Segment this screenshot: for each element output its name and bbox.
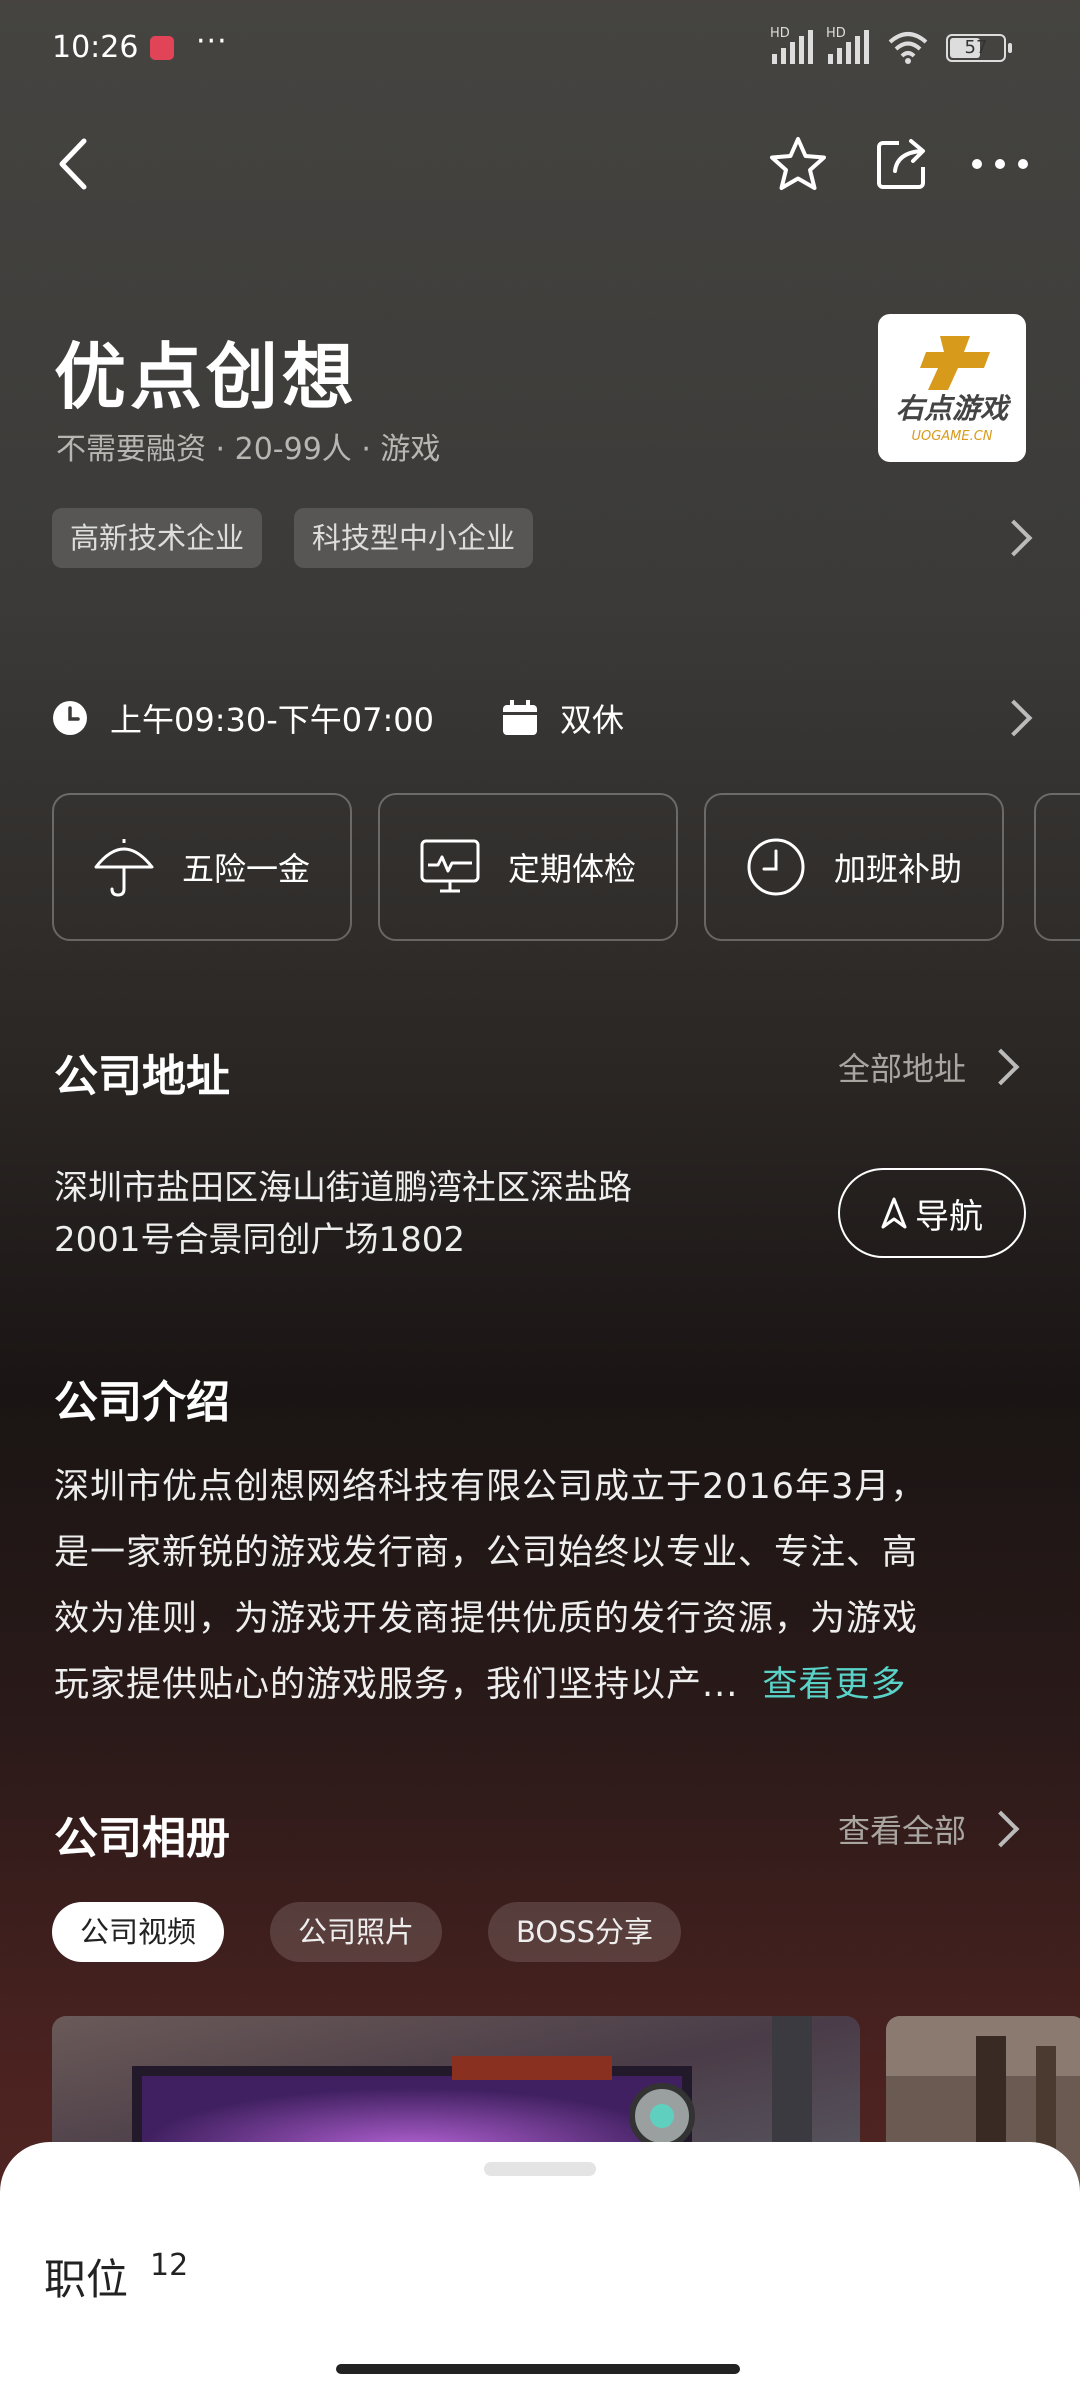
company-intro: 深圳市优点创想网络科技有限公司成立于2016年3月， 是一家新锐的游戏发行商，公… — [54, 1454, 1034, 1718]
chevron-right-icon — [982, 1810, 1020, 1848]
wifi-icon — [888, 32, 928, 64]
signal-icon-1 — [772, 30, 813, 64]
share-icon — [877, 139, 925, 189]
view-all-photos-link[interactable]: 查看全部 — [838, 1806, 1020, 1852]
album-title: 公司相册 — [54, 1813, 230, 1864]
view-all-label: 查看全部 — [838, 1812, 967, 1850]
company-logo: 右点游戏 UOGAME.CN — [878, 314, 1026, 462]
jobs-bottom-sheet[interactable]: 职位 12 — [0, 2142, 1080, 2402]
intro-see-more-link[interactable]: 查看更多 — [762, 1665, 906, 1705]
signal-icon-2 — [828, 30, 869, 64]
status-more-icon: ··· — [196, 24, 228, 59]
calendar-icon — [503, 700, 537, 735]
app-notification-icon — [150, 36, 174, 60]
monitor-icon — [420, 839, 480, 893]
tab-company-photos[interactable]: 公司照片 — [270, 1902, 443, 1962]
company-name: 优点创想 — [54, 335, 359, 419]
clock-icon — [53, 701, 87, 735]
benefit-label: 五险一金 — [182, 850, 311, 888]
logo-graphic: 右点游戏 UOGAME.CN — [896, 336, 1012, 444]
tags-chevron-button[interactable] — [986, 510, 1042, 566]
benefit-partial[interactable] — [1034, 793, 1080, 941]
address-line-2: 2001号合景同创广场1802 — [54, 1220, 466, 1260]
all-addresses-label: 全部地址 — [838, 1050, 967, 1088]
battery-level: 57 — [964, 37, 988, 58]
share-button[interactable] — [870, 132, 934, 196]
company-subtitle: 不需要融资 · 20-99人 · 游戏 — [56, 432, 441, 467]
tab-company-video[interactable]: 公司视频 — [52, 1902, 225, 1962]
intro-title: 公司介绍 — [54, 1377, 230, 1428]
address-title: 公司地址 — [54, 1051, 230, 1102]
all-addresses-link[interactable]: 全部地址 — [838, 1044, 1020, 1090]
jobs-label: 职位 — [44, 2255, 129, 2304]
benefit-label: 加班补助 — [834, 850, 963, 888]
hours-chevron-button[interactable] — [986, 690, 1042, 746]
intro-line: 效为准则，为游戏开发商提供优质的发行资源，为游戏 — [54, 1599, 919, 1639]
navigate-label: 导航 — [915, 1196, 983, 1237]
logo-sub: UOGAME.CN — [911, 429, 992, 444]
back-button[interactable] — [42, 132, 106, 196]
battery-icon: 57 — [946, 34, 1012, 62]
sheet-drag-handle[interactable] — [484, 2162, 596, 2176]
work-hours-row[interactable]: 上午09:30-下午07:00 双休 — [52, 690, 624, 746]
favorite-button[interactable] — [766, 132, 830, 196]
status-time: 10:26 — [52, 30, 139, 65]
work-hours: 上午09:30-下午07:00 — [110, 701, 434, 739]
status-bar: 10:26 ··· HD HD 57 — [0, 0, 1080, 100]
logo-text: 右点游戏 — [896, 392, 1012, 425]
navigation-arrow-icon — [881, 1197, 907, 1229]
back-arrow-icon — [59, 138, 87, 190]
star-icon — [770, 137, 826, 190]
umbrella-icon — [94, 839, 154, 897]
chevron-right-icon — [982, 1048, 1020, 1086]
benefit-checkup[interactable]: 定期体检 — [378, 793, 678, 941]
company-address: 深圳市盐田区海山街道鹏湾社区深盐路 2001号合景同创广场1802 — [54, 1162, 794, 1266]
benefit-overtime[interactable]: 加班补助 — [704, 793, 1004, 941]
tag-tech-sme: 科技型中小企业 — [294, 508, 534, 568]
benefit-label: 定期体检 — [508, 850, 637, 888]
chevron-right-icon — [995, 699, 1033, 737]
address-line-1: 深圳市盐田区海山街道鹏湾社区深盐路 — [54, 1168, 632, 1208]
more-icon — [972, 159, 1028, 169]
benefit-insurance[interactable]: 五险一金 — [52, 793, 352, 941]
clock-outline-icon — [747, 838, 805, 896]
tag-high-tech: 高新技术企业 — [52, 508, 263, 568]
tab-boss-share[interactable]: BOSS分享 — [488, 1902, 682, 1962]
more-button[interactable] — [968, 132, 1032, 196]
intro-line: 是一家新锐的游戏发行商，公司始终以专业、专注、高 — [54, 1533, 919, 1573]
chevron-right-icon — [995, 519, 1033, 557]
intro-line: 深圳市优点创想网络科技有限公司成立于2016年3月， — [54, 1467, 927, 1507]
rest-schedule: 双休 — [560, 701, 625, 739]
jobs-count: 12 — [150, 2248, 189, 2283]
navigate-button[interactable]: 导航 — [838, 1168, 1026, 1258]
intro-line: 玩家提供贴心的游戏服务，我们坚持以产... — [54, 1665, 739, 1705]
home-indicator[interactable] — [336, 2364, 740, 2374]
